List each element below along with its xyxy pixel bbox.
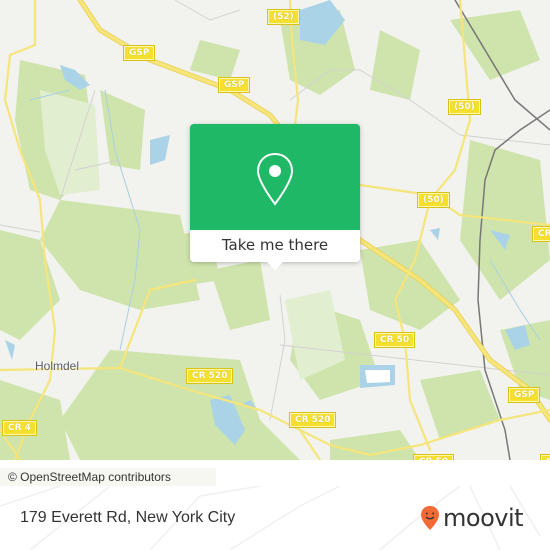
road-shield-50: (50) bbox=[417, 192, 450, 208]
road-shield-cr520: CR 520 bbox=[185, 368, 234, 384]
moovit-wordmark: moovit bbox=[443, 504, 524, 532]
take-me-there-button[interactable]: Take me there bbox=[190, 230, 360, 262]
road-shield-cr520: CR 520 bbox=[288, 412, 337, 428]
road-shield-cr: CR bbox=[532, 226, 550, 242]
road-shield-50: (50) bbox=[448, 99, 481, 115]
map[interactable]: Holmdel GSP GSP (52) (50) (50) CR CR 50 … bbox=[0, 0, 550, 460]
road-shield-cr50: CR 50 bbox=[373, 332, 416, 348]
road-shield-g: G bbox=[539, 454, 550, 460]
road-shield-gsp: GSP bbox=[507, 387, 541, 403]
road-shield-cr4: CR 4 bbox=[2, 420, 37, 436]
popup-pointer bbox=[266, 261, 284, 270]
location-popup[interactable]: Take me there bbox=[190, 124, 360, 270]
place-label-holmdel: Holmdel bbox=[35, 359, 80, 373]
map-attribution[interactable]: © OpenStreetMap contributors bbox=[0, 468, 216, 486]
moovit-smiley-pin-icon bbox=[421, 506, 439, 530]
road-shield-gsp: GSP bbox=[217, 77, 251, 93]
road-shield-gsp: GSP bbox=[122, 45, 156, 61]
moovit-logo[interactable]: moovit bbox=[420, 503, 524, 533]
map-pin-icon bbox=[256, 152, 294, 206]
popup-header[interactable] bbox=[190, 124, 360, 230]
road-shield-cr50: CR 50 bbox=[412, 454, 455, 460]
road-shield-52: (52) bbox=[267, 9, 300, 25]
address-text: 179 Everett Rd, New York City bbox=[20, 509, 236, 526]
